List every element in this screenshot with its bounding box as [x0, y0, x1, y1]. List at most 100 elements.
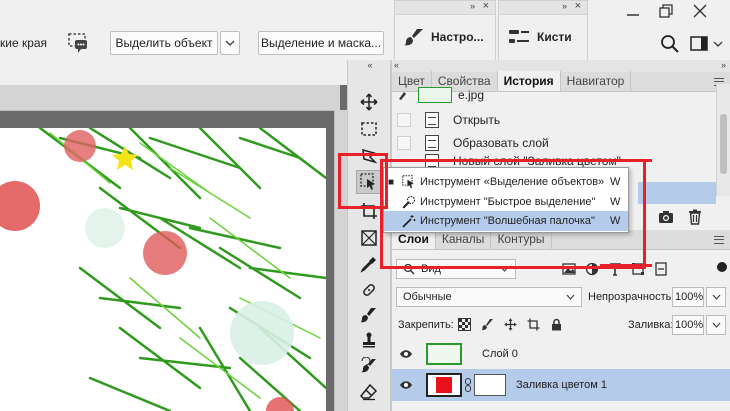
- panel-label: Настро...: [431, 30, 484, 44]
- close-icon[interactable]: ×: [483, 0, 489, 12]
- camera-icon: [659, 211, 673, 223]
- eyedropper-tool[interactable]: [356, 252, 382, 276]
- brushes-icon: [509, 30, 529, 43]
- eraser-tool[interactable]: [356, 380, 382, 404]
- minimize-icon: [627, 14, 639, 16]
- chevron-down-icon: [713, 41, 723, 47]
- marquee-tool[interactable]: [356, 117, 382, 141]
- fill-layer-thumbnail[interactable]: [426, 373, 462, 397]
- document-canvas[interactable]: [0, 128, 326, 411]
- chevron-down-icon: [566, 294, 575, 300]
- close-icon: [693, 4, 707, 18]
- snapshot-name: e.jpg: [458, 88, 485, 102]
- history-item[interactable]: Образовать слой: [392, 131, 716, 155]
- history-brush-icon: [361, 357, 376, 373]
- layer-thumbnail: [426, 343, 462, 365]
- restore-icon: [659, 4, 673, 18]
- document-icon: [425, 135, 439, 151]
- select-subject-dropdown[interactable]: [220, 31, 240, 55]
- collapse-icon[interactable]: »: [470, 1, 475, 11]
- panel-tab[interactable]: Кисти: [507, 27, 583, 47]
- annotation-highlight-flyout: [380, 159, 646, 269]
- history-item-selected[interactable]: [638, 182, 716, 204]
- lock-all-icon[interactable]: [550, 318, 563, 331]
- speech-select-icon[interactable]: [66, 31, 90, 55]
- fill-input[interactable]: 100%: [672, 315, 704, 335]
- lock-icons: [458, 318, 563, 331]
- fill-color-swatch: [436, 377, 452, 393]
- link-icon[interactable]: [464, 378, 472, 392]
- workspace-icon: [690, 36, 708, 51]
- chevron-down-icon: [225, 40, 235, 46]
- history-brush-source-checkbox[interactable]: [397, 113, 411, 127]
- move-icon: [360, 93, 378, 111]
- fill-dropdown[interactable]: [706, 315, 726, 335]
- opacity-label: Непрозрачность:: [588, 291, 675, 303]
- history-brush-source-icon: [399, 92, 406, 100]
- history-item-label: Открыть: [453, 113, 501, 127]
- frame-tool[interactable]: [356, 226, 382, 250]
- christmas-garland-image: [0, 128, 326, 411]
- clone-stamp-tool[interactable]: [356, 328, 382, 352]
- collapse-icon[interactable]: »: [721, 60, 726, 70]
- fill-label: Заливка:: [628, 319, 674, 331]
- annotation-line: [600, 264, 652, 267]
- collapse-icon[interactable]: »: [562, 1, 567, 11]
- blend-mode-value: Обычные: [403, 291, 452, 303]
- search-button[interactable]: [660, 30, 684, 58]
- new-snapshot-button[interactable]: [658, 210, 674, 227]
- brush-icon: [360, 308, 376, 323]
- delete-state-button[interactable]: [688, 209, 702, 228]
- edges-option-label: кие края: [0, 36, 48, 50]
- history-snapshot[interactable]: e.jpg: [392, 86, 716, 104]
- visibility-eye-icon[interactable]: [398, 380, 414, 390]
- history-scrollbar[interactable]: [716, 84, 730, 196]
- collapse-icon[interactable]: «: [394, 60, 399, 70]
- lock-pixels-icon[interactable]: [481, 318, 494, 331]
- history-brush-tool[interactable]: [356, 354, 382, 378]
- layer-name: Слой 0: [482, 348, 518, 360]
- close-icon[interactable]: ×: [575, 0, 581, 12]
- opacity-dropdown[interactable]: [706, 287, 726, 307]
- select-and-mask-button[interactable]: Выделение и маска...: [258, 31, 384, 55]
- panel-tab[interactable]: Настро...: [403, 27, 491, 47]
- history-item[interactable]: Открыть: [392, 108, 716, 132]
- history-brush-source-checkbox[interactable]: [397, 136, 411, 150]
- snapshot-thumbnail: [418, 87, 452, 103]
- healing-tool[interactable]: [356, 278, 382, 302]
- visibility-eye-icon[interactable]: [398, 349, 414, 359]
- history-item-label: Образовать слой: [453, 136, 549, 150]
- panel-menu-icon[interactable]: [714, 236, 724, 244]
- panel-header[interactable]: » ×: [395, 0, 495, 15]
- search-icon: [661, 35, 679, 53]
- chevron-down-icon: [712, 322, 721, 328]
- close-window-button[interactable]: [684, 0, 716, 22]
- marquee-icon: [361, 122, 377, 136]
- restore-button[interactable]: [650, 0, 682, 22]
- lock-position-icon[interactable]: [504, 318, 517, 331]
- eyedropper-icon: [360, 257, 376, 273]
- brush-tool[interactable]: [356, 303, 382, 327]
- lock-artboard-icon[interactable]: [527, 318, 540, 331]
- filter-toggle[interactable]: [717, 262, 727, 272]
- minimize-button[interactable]: [617, 0, 649, 22]
- panel-header[interactable]: » ×: [499, 0, 587, 15]
- workspace-dropdown[interactable]: [713, 30, 727, 58]
- scrollbar-thumb[interactable]: [720, 114, 727, 174]
- blend-mode-select[interactable]: Обычные: [396, 287, 582, 307]
- panel-label: Кисти: [537, 30, 572, 44]
- layer-name: Заливка цветом 1: [516, 379, 607, 391]
- brush-settings-icon: [404, 29, 423, 46]
- smart-object-filter-icon[interactable]: [654, 262, 668, 276]
- document-tab-bar: [0, 85, 340, 111]
- select-subject-button[interactable]: Выделить объект: [110, 31, 218, 55]
- chevron-down-icon: [712, 294, 721, 300]
- layer-mask-thumbnail[interactable]: [474, 374, 506, 396]
- opacity-input[interactable]: 100%: [672, 287, 704, 307]
- move-tool[interactable]: [356, 90, 382, 114]
- layer-row-selected[interactable]: Заливка цветом 1: [392, 369, 730, 401]
- collapse-icon[interactable]: «: [348, 60, 392, 74]
- workspace-button[interactable]: [690, 30, 710, 58]
- lock-transparency-icon[interactable]: [458, 318, 471, 331]
- layer-row[interactable]: Слой 0: [392, 338, 730, 370]
